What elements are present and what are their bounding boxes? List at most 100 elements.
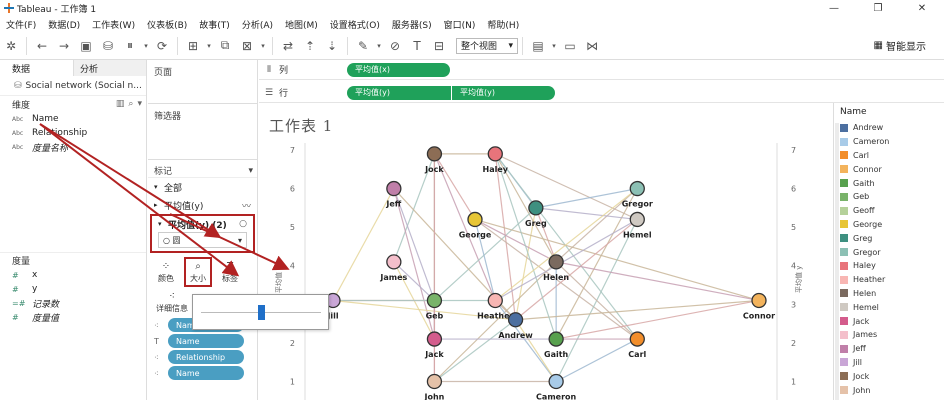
network-node[interactable] [548,373,564,390]
legend-item[interactable]: Connor [834,162,944,176]
name-pill[interactable]: Name [168,366,244,380]
field-item[interactable]: Abc Name [0,112,146,126]
field-item[interactable]: Abc 度量名称 [0,140,146,154]
network-node[interactable] [386,254,402,270]
field-item[interactable]: Abc Relationship [0,126,146,140]
menu-item[interactable]: 故事(T) [193,18,236,31]
network-node[interactable] [426,292,443,309]
legend-item[interactable]: George [834,218,944,232]
search-icon[interactable]: ⌕ [128,99,133,109]
legend-item[interactable]: Geb [834,190,944,204]
legend-item[interactable]: Carl [834,149,944,163]
name-pill[interactable]: Name [168,334,244,348]
save-icon[interactable]: ▣ [75,35,97,57]
network-chart[interactable]: 77665544332211平均值 y平均值 yJockHaleyJeffGre… [259,103,832,400]
network-node[interactable] [751,292,767,309]
menu-item[interactable]: 仪表板(B) [141,18,193,31]
new-datasource-icon[interactable]: ⛁ [97,35,119,57]
network-node[interactable] [548,254,564,270]
network-node[interactable] [426,146,443,162]
undo-icon[interactable]: ← [31,35,53,57]
network-node[interactable] [426,331,443,347]
network-node[interactable] [426,373,443,390]
menu-item[interactable]: 设置格式(O) [324,18,386,31]
menu-item[interactable]: 数据(D) [42,18,86,31]
legend-item[interactable]: Gregor [834,245,944,259]
tab-data[interactable]: 数据 [0,60,73,76]
avg-x-pill[interactable]: 平均值(x) [347,62,450,77]
network-node[interactable] [507,312,524,328]
maximize-button[interactable]: ❐ [856,0,900,16]
presentation-icon[interactable]: ▭ [559,35,581,57]
minimize-button[interactable]: — [812,0,856,16]
relationship-pill[interactable]: Relationship [168,350,244,364]
mark-type-select[interactable]: ○ 圆 ▾ [158,232,247,248]
field-item[interactable]: =# 记录数 [0,296,146,310]
legend-item[interactable]: Haley [834,259,944,273]
menu-item[interactable]: 地图(M) [279,18,324,31]
size-slider-handle[interactable] [258,305,265,320]
menu-item[interactable]: 帮助(H) [481,18,525,31]
network-node[interactable] [548,331,564,347]
view-fit-select[interactable]: 整个视图 ▾ [456,37,518,54]
fix-axes-icon[interactable]: ⊟ [428,35,450,57]
duplicate-icon[interactable]: ⧉ [214,35,236,57]
show-cards-icon[interactable]: ▤ [527,35,549,57]
network-node[interactable] [629,211,645,228]
show-me-button[interactable]: ▦ 智能显示 [874,38,926,53]
legend-item[interactable]: Gaith [834,176,944,190]
legend-item[interactable]: John [834,383,944,397]
network-node[interactable] [386,180,402,197]
legend-item[interactable]: Andrew [834,121,944,135]
columns-shelf[interactable]: ⫴ 列 平均值(x) [259,60,944,80]
legend-item[interactable]: Jock [834,369,944,383]
share-icon[interactable]: ⋈ [581,35,603,57]
network-node[interactable] [528,200,544,216]
menu-item[interactable]: 窗口(N) [438,18,482,31]
chevron-down-icon[interactable]: ▾ [137,99,142,109]
legend-item[interactable]: Geoff [834,204,944,218]
pages-card[interactable]: 页面 [148,60,257,104]
legend-item[interactable]: Greg [834,231,944,245]
grid-view-icon[interactable]: ▥ [116,99,125,109]
legend-item[interactable]: Hemel [834,300,944,314]
sort-desc-icon[interactable]: ⇣ [321,35,343,57]
redo-icon[interactable]: → [53,35,75,57]
legend-item[interactable]: Helen [834,287,944,301]
avg-y-pill-2[interactable]: 平均值(y) [452,85,555,100]
tableau-icon[interactable]: ✲ [0,35,22,57]
menu-item[interactable]: 服务器(S) [386,18,438,31]
detail-button[interactable]: ⁖ 详细信息 [152,287,192,317]
network-node[interactable] [629,331,645,347]
legend-scrollbar[interactable] [835,123,839,400]
marks-avg-y-circle-row[interactable]: ▾ 平均值(y) (2) ○ [152,216,253,232]
legend-item[interactable]: Jeff [834,342,944,356]
network-node[interactable] [487,146,503,162]
avg-y-pill[interactable]: 平均值(y) [347,85,451,100]
datasource-item[interactable]: ⛁ Social network (Social n... [0,76,146,96]
chevron-down-icon[interactable]: ▾ [374,35,384,57]
rows-shelf[interactable]: ☰ 行 平均值(y) 平均值(y) [259,83,944,103]
sort-asc-icon[interactable]: ⇡ [299,35,321,57]
group-icon[interactable]: ⊘ [384,35,406,57]
legend-item[interactable]: Cameron [834,135,944,149]
legend-item[interactable]: Jack [834,314,944,328]
field-item[interactable]: # y [0,282,146,296]
clear-sheet-icon[interactable]: ⊠ [236,35,258,57]
menu-item[interactable]: 文件(F) [0,18,42,31]
refresh-icon[interactable]: ⟳ [151,35,173,57]
highlight-icon[interactable]: ✎ [352,35,374,57]
worksheet-view[interactable]: 工作表 1 77665544332211平均值 y平均值 yJockHaleyJ… [259,103,832,400]
label-button[interactable]: T 标签 [216,257,244,287]
menu-item[interactable]: 工作表(W) [86,18,141,31]
pause-update-icon[interactable]: ⏸ [119,35,141,57]
field-item[interactable]: # x [0,268,146,282]
chevron-down-icon[interactable]: ▾ [258,35,268,57]
marks-all-row[interactable]: ▾ 全部 [148,178,257,196]
chevron-down-icon[interactable]: ▾ [248,166,253,176]
show-labels-icon[interactable]: T [406,35,428,57]
new-worksheet-icon[interactable]: ⊞ [182,35,204,57]
network-node[interactable] [629,180,645,197]
menu-item[interactable]: 分析(A) [236,18,279,31]
tab-analysis[interactable]: 分析 [73,60,146,76]
